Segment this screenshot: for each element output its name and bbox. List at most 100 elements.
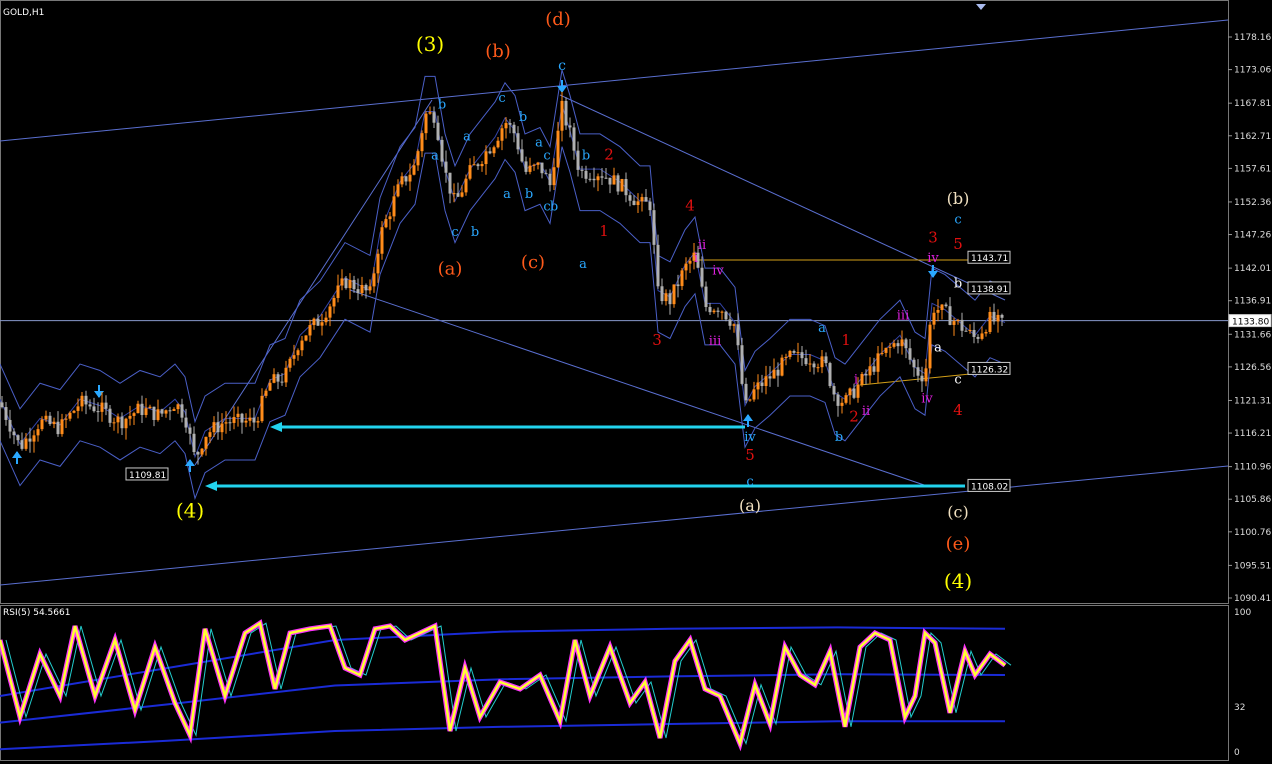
candle-body (204, 436, 208, 449)
candle-body (460, 192, 464, 197)
candle-body (96, 411, 100, 413)
candle-body (780, 357, 784, 376)
candle-body (20, 440, 24, 449)
price-tick-label: 1173.06 (1234, 66, 1271, 76)
candle-body (1000, 314, 1004, 318)
candle-body (428, 112, 432, 114)
candle-body (540, 162, 544, 174)
wave-label: c (954, 212, 961, 227)
rsi-tick-label: 100 (1234, 608, 1251, 618)
price-tick-label: 1167.81 (1234, 99, 1271, 109)
candle-body (832, 386, 836, 395)
candle-body (756, 382, 760, 390)
price-tick-label: 1157.61 (1234, 164, 1271, 174)
candle-body (924, 368, 928, 382)
candle-body (600, 176, 604, 178)
candle-body (680, 270, 684, 287)
candle-body (224, 422, 228, 424)
candle-body (784, 356, 788, 358)
candle-body (552, 167, 556, 186)
candle-body (396, 184, 400, 197)
candle-body (508, 123, 512, 125)
candle-body (60, 419, 64, 435)
candle-body (220, 423, 224, 433)
candle-body (416, 151, 420, 166)
candle-body (120, 416, 124, 429)
wave-label: c (451, 225, 458, 240)
price-tick-label: 1116.21 (1234, 429, 1271, 439)
candle-body (688, 260, 692, 264)
price-tick-label: 1126.56 (1234, 363, 1271, 373)
candle-body (708, 307, 712, 313)
candle-body (152, 406, 156, 420)
candle-body (228, 422, 232, 424)
candle-body (948, 306, 952, 325)
wave-label: iii (709, 334, 721, 349)
candle-body (328, 306, 332, 318)
price-label: 1133.80 (1232, 318, 1269, 328)
candle-body (344, 278, 348, 289)
candle-body (596, 176, 600, 181)
candle-body (896, 343, 900, 347)
candle-body (104, 402, 108, 409)
wave-label: a (818, 321, 826, 336)
candle-body (24, 438, 28, 449)
candle-body (868, 366, 872, 376)
candle-body (516, 133, 520, 150)
candle-body (796, 352, 800, 354)
price-label: 1109.81 (129, 471, 166, 481)
candle-body (568, 125, 572, 128)
wedge-lower-line (349, 289, 931, 488)
candle-body (452, 193, 456, 195)
candle-body (40, 419, 44, 430)
candle-body (824, 356, 828, 364)
candle-body (180, 404, 184, 418)
candle-body (520, 149, 524, 162)
price-tick-label: 1147.26 (1234, 231, 1271, 241)
candle-body (312, 318, 316, 326)
wave-label: (4) (176, 499, 204, 523)
candle-body (612, 175, 616, 185)
candle-body (100, 402, 104, 412)
wave-label: 4 (953, 401, 963, 419)
candle-body (488, 151, 492, 154)
candle-body (556, 130, 560, 168)
candle-body (0, 402, 4, 408)
candle-body (108, 408, 112, 423)
price-tick-label: 1178.16 (1234, 33, 1271, 43)
candle-body (496, 140, 500, 148)
candle-body (52, 421, 56, 425)
candle-body (844, 395, 848, 403)
candle-body (880, 352, 884, 354)
candle-body (528, 165, 532, 172)
chart-canvas: (3) (b)(d)cb cabaac b 2a bc b 4c b 1iiiiv(a) (c) a3… (0, 0, 1272, 761)
candle-body (840, 402, 844, 406)
candle-body (272, 374, 276, 383)
candle-body (648, 201, 652, 211)
candle-body (368, 286, 372, 291)
candle-body (660, 286, 664, 302)
candle-body (464, 178, 468, 193)
candle-body (324, 317, 328, 323)
middle-band (0, 105, 1006, 459)
candle-body (888, 346, 892, 348)
candle-body (380, 227, 384, 254)
candle-body (900, 339, 904, 347)
candle-body (716, 310, 720, 312)
candle-body (744, 383, 748, 401)
candle-body (484, 151, 488, 165)
wave-label: a (579, 257, 587, 272)
candle-body (124, 418, 128, 429)
candle-body (260, 395, 264, 422)
candle-body (932, 312, 936, 325)
candle-body (156, 409, 160, 420)
candle-body (252, 417, 256, 423)
price-tick-label: 1131.66 (1234, 330, 1271, 340)
wave-labels: (3) (b)(d)cb cabaac b 2a bc b 4c b 1iiiiv(a) (c) a3… (176, 9, 972, 593)
candle-body (624, 179, 628, 196)
candle-body (524, 161, 528, 172)
candle-body (160, 409, 164, 414)
candle-body (640, 197, 644, 202)
candle-body (848, 388, 852, 396)
candle-body (80, 395, 84, 407)
